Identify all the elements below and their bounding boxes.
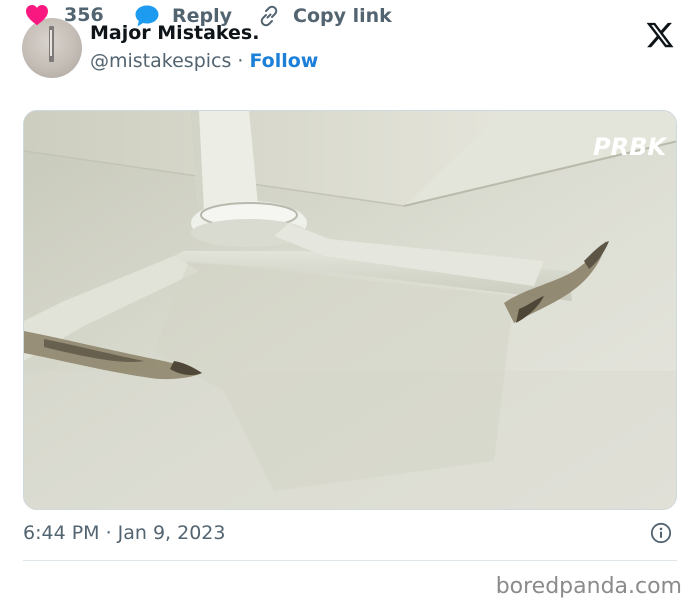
timestamp-separator: · xyxy=(105,522,112,544)
avatar[interactable] xyxy=(22,18,82,78)
x-logo-icon[interactable] xyxy=(645,20,675,50)
reply-label: Reply xyxy=(172,5,233,27)
like-button[interactable]: 356 xyxy=(25,4,104,26)
tweet-time[interactable]: 6:44 PM xyxy=(23,522,100,544)
speech-bubble-icon xyxy=(135,5,159,27)
copy-link-label: Copy link xyxy=(293,5,392,27)
tweet-timestamp[interactable]: 6:44 PM · Jan 9, 2023 xyxy=(23,522,225,544)
like-count: 356 xyxy=(64,4,104,26)
author-handle-row: @mistakespics · Follow xyxy=(90,50,318,72)
heart-icon xyxy=(26,5,48,26)
author-handle[interactable]: @mistakespics xyxy=(90,50,231,72)
site-watermark: boredpanda.com xyxy=(495,574,682,599)
media-watermark: PRBK xyxy=(593,133,668,161)
divider xyxy=(23,560,677,561)
reply-button[interactable]: Reply xyxy=(134,4,232,28)
handle-separator: · xyxy=(237,50,244,72)
copy-link-button[interactable]: Copy link xyxy=(257,4,392,28)
info-icon[interactable] xyxy=(650,522,672,544)
follow-button[interactable]: Follow xyxy=(249,50,318,72)
tweet-media[interactable]: PRBK xyxy=(23,110,677,510)
link-icon xyxy=(260,5,278,27)
ceiling-fan-photo: PRBK xyxy=(24,111,676,509)
tweet-date[interactable]: Jan 9, 2023 xyxy=(118,522,226,544)
